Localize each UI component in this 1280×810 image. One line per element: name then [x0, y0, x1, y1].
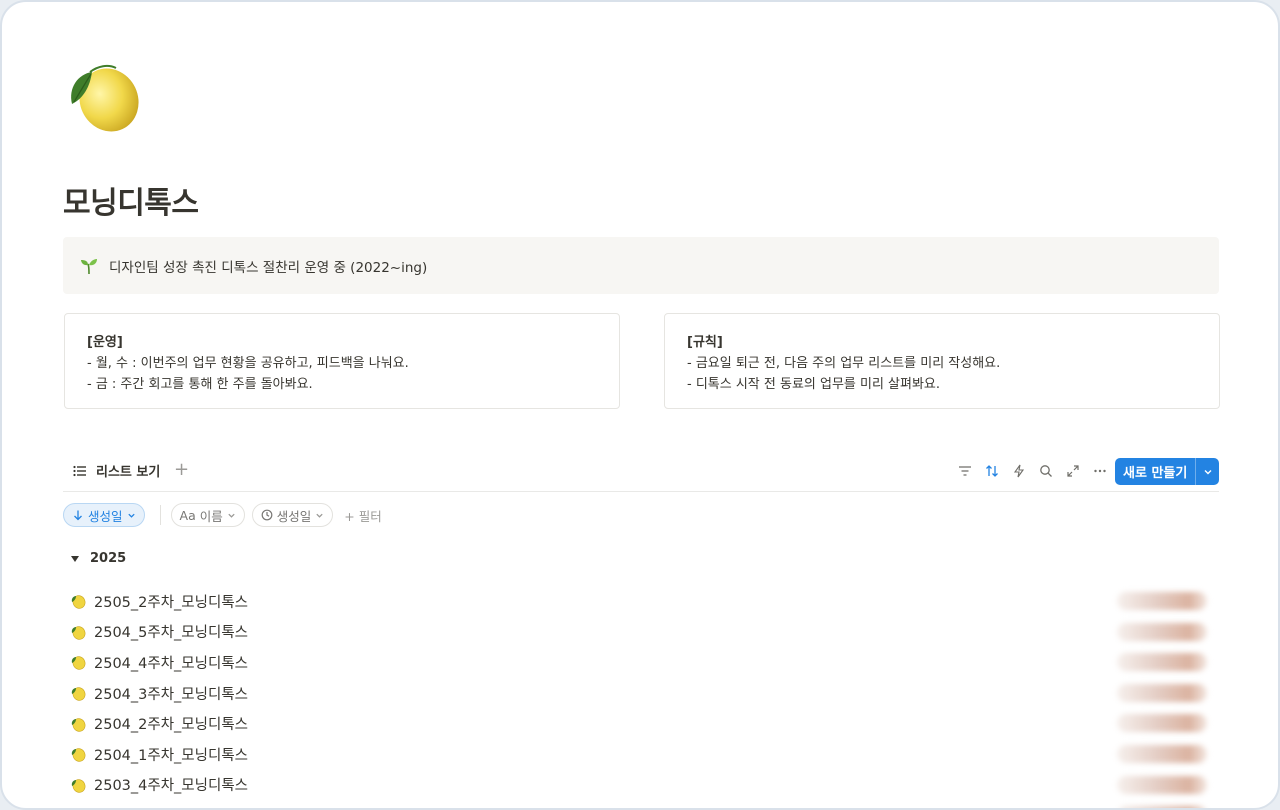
- list-item[interactable]: 2504_4주차_모닝디톡스: [70, 647, 1219, 678]
- more-button[interactable]: [1086, 462, 1113, 480]
- lightning-icon: [1013, 464, 1024, 478]
- automation-button[interactable]: [1005, 462, 1032, 480]
- rules-box: [규칙] - 금요일 퇴근 전, 다음 주의 업무 리스트를 미리 작성해요. …: [664, 313, 1220, 409]
- list-item[interactable]: 2503_3주차_모닝디톡스: [70, 800, 1219, 808]
- chevron-down-icon: [127, 513, 135, 518]
- list-item-title: 2504_5주차_모닝디톡스: [94, 625, 249, 642]
- created-filter-label: 생성일: [276, 508, 312, 524]
- operation-title: [운영]: [87, 335, 123, 350]
- list-item[interactable]: 2504_2주차_모닝디톡스: [70, 708, 1219, 739]
- new-button[interactable]: 새로 만들기: [1115, 458, 1219, 485]
- name-filter-label: 이름: [199, 508, 223, 524]
- tab-list-view-label: 리스트 보기: [96, 465, 161, 480]
- name-filter-pill[interactable]: Aa 이름: [170, 503, 245, 527]
- tab-list-view[interactable]: 리스트 보기: [72, 461, 160, 480]
- list-item-title: 2504_4주차_모닝디톡스: [94, 655, 249, 672]
- blurred-property: [1117, 653, 1207, 672]
- filter-bar: 생성일 Aa 이름 생성일 + 필터: [63, 503, 382, 527]
- rules-line: - 금요일 퇴근 전, 다음 주의 업무 리스트를 미리 작성해요.: [687, 356, 1001, 371]
- list-item[interactable]: 2504_1주차_모닝디톡스: [70, 739, 1219, 770]
- blurred-property: [1117, 806, 1207, 808]
- group-header[interactable]: 2025: [70, 551, 126, 566]
- lemon-icon: [71, 626, 86, 640]
- callout-text: 디자인팀 성장 촉진 디톡스 절찬리 운영 중 (2022~ing): [109, 259, 428, 276]
- operation-line: - 월, 수 : 이번주의 업무 현황을 공유하고, 피드백을 나눠요.: [87, 356, 409, 371]
- chevron-down-icon: [316, 513, 323, 518]
- list: 2505_2주차_모닝디톡스 2504_5주차_모닝디톡스 2504_4주차_모닝디…: [70, 586, 1219, 808]
- lemon-icon: [71, 748, 86, 762]
- lemon-icon: [71, 717, 86, 732]
- callout: 디자인팀 성장 촉진 디톡스 절찬리 운영 중 (2022~ing): [63, 237, 1219, 294]
- expand-icon: [1066, 465, 1079, 477]
- view-bar: 리스트 보기 + 새로 만들기: [63, 454, 1219, 492]
- blurred-property: [1117, 622, 1207, 641]
- expand-button[interactable]: [1059, 462, 1086, 480]
- filter-button[interactable]: [951, 462, 978, 480]
- filter-icon: [958, 466, 971, 476]
- chevron-down-icon: [1204, 469, 1211, 474]
- app-window: 모닝디톡스 디자인팀 성장 촉진 디톡스 절찬리 운영 중 (2022~ing)…: [0, 0, 1280, 810]
- new-button-label: 새로 만들기: [1123, 466, 1188, 481]
- list-item[interactable]: 2505_2주차_모닝디톡스: [70, 586, 1219, 617]
- clock-icon: [261, 509, 273, 521]
- list-item[interactable]: 2503_4주차_모닝디톡스: [70, 770, 1219, 801]
- list-icon: [73, 465, 86, 476]
- rules-title: [규칙]: [687, 335, 723, 350]
- blurred-property: [1117, 714, 1207, 733]
- group-label: 2025: [90, 551, 127, 566]
- sort-pill-label: 생성일: [88, 508, 123, 524]
- list-item-title: 2504_3주차_모닝디톡스: [94, 686, 249, 703]
- blurred-property: [1117, 592, 1207, 610]
- blurred-property: [1117, 683, 1207, 702]
- sprout-icon: [81, 258, 97, 274]
- blurred-property: [1117, 775, 1207, 794]
- arrow-down-icon: [74, 510, 82, 521]
- page-title[interactable]: 모닝디톡스: [63, 178, 199, 222]
- lemon-icon: [71, 656, 86, 671]
- add-filter-button[interactable]: + 필터: [344, 506, 381, 525]
- lemon-icon[interactable]: [62, 60, 142, 136]
- search-icon: [1039, 465, 1052, 477]
- lemon-icon: [71, 595, 86, 610]
- rules-line: - 디톡스 시작 전 동료의 업무를 미리 살펴봐요.: [687, 377, 941, 392]
- sort-pill[interactable]: 생성일: [63, 503, 145, 527]
- list-item-title: 2503_3주차_모닝디톡스: [94, 805, 248, 808]
- chevron-down-icon: [228, 513, 235, 518]
- sort-icon: [985, 465, 998, 477]
- blurred-property: [1117, 744, 1207, 763]
- filter-divider: [159, 505, 161, 525]
- list-item-title: 2504_2주차_모닝디톡스: [94, 717, 249, 734]
- list-item[interactable]: 2504_5주차_모닝디톡스: [70, 617, 1219, 648]
- list-item-title: 2503_4주차_모닝디톡스: [94, 778, 249, 795]
- add-view-button[interactable]: +: [174, 459, 189, 480]
- list-item-title: 2504_1주차_모닝디톡스: [94, 747, 249, 764]
- operation-line: - 금 : 주간 회고를 통해 한 주를 돌아봐요.: [87, 377, 313, 392]
- more-icon: [1093, 469, 1106, 473]
- sort-button[interactable]: [978, 462, 1005, 480]
- lemon-icon: [71, 687, 86, 701]
- list-item-title: 2505_2주차_모닝디톡스: [94, 594, 249, 611]
- lemon-icon: [71, 779, 86, 793]
- new-button-dropdown[interactable]: [1196, 467, 1219, 477]
- created-filter-pill[interactable]: 생성일: [251, 503, 334, 527]
- search-button[interactable]: [1032, 462, 1059, 480]
- operation-box: [운영] - 월, 수 : 이번주의 업무 현황을 공유하고, 피드백을 나눠요…: [64, 313, 620, 409]
- list-item[interactable]: 2504_3주차_모닝디톡스: [70, 678, 1219, 709]
- text-property-icon: Aa: [179, 507, 196, 523]
- triangle-down-icon[interactable]: [70, 554, 80, 564]
- toolbar: [951, 462, 1113, 480]
